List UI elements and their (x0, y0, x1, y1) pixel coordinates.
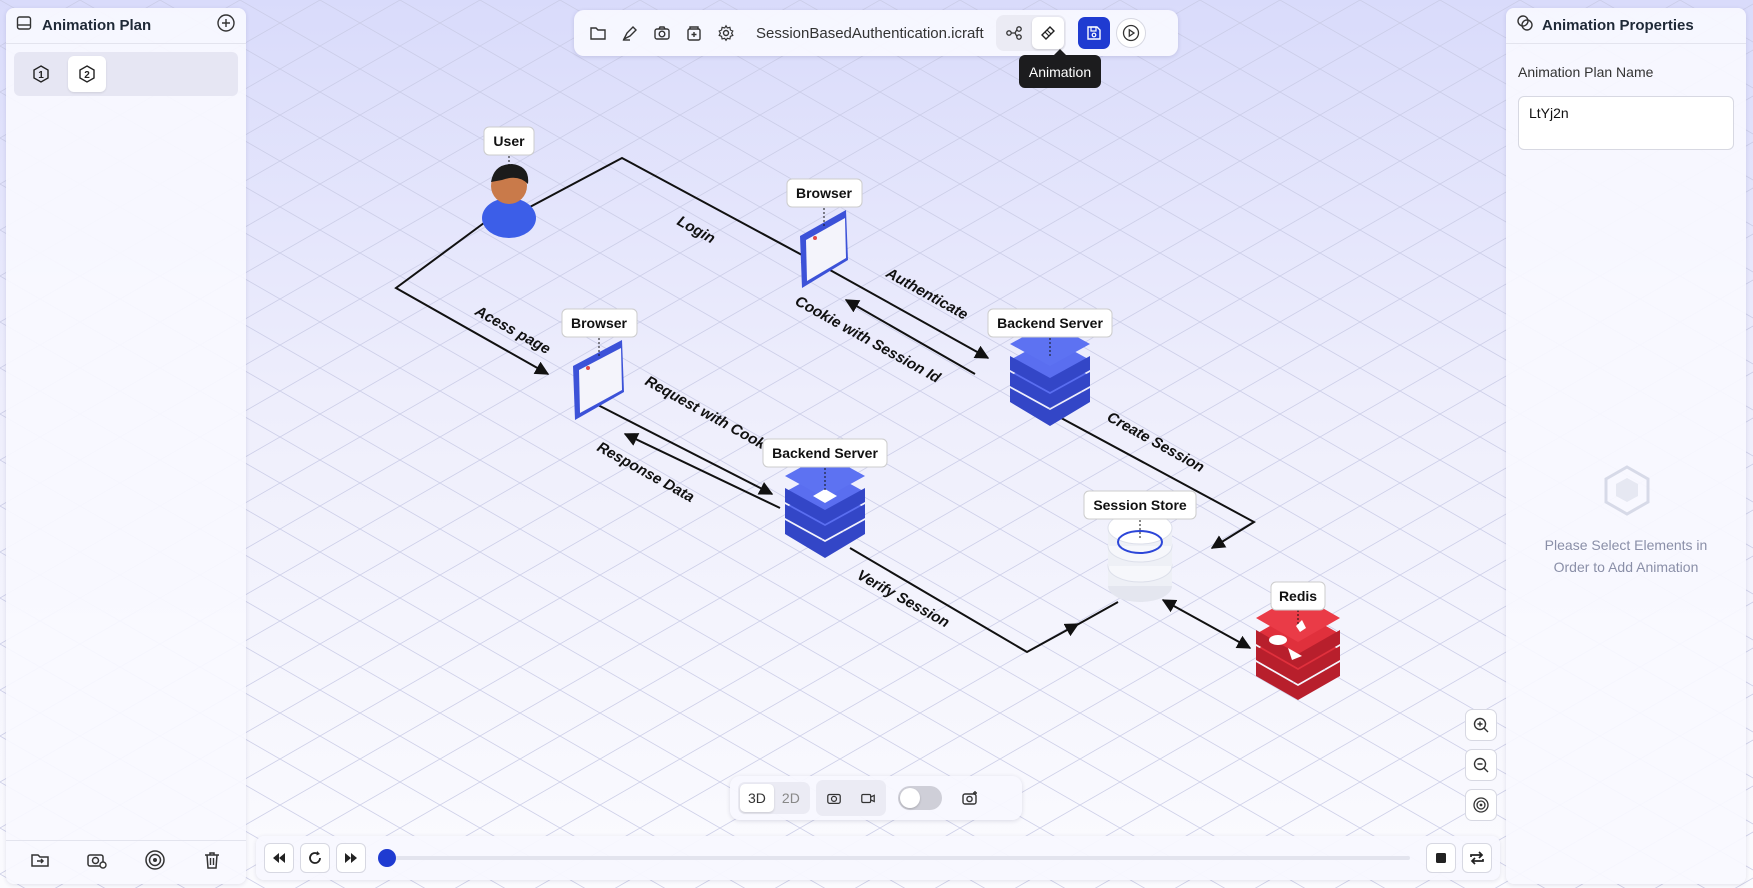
animation-plan-panel: Animation Plan 1 2 (6, 8, 246, 884)
zoom-in-button[interactable] (1465, 709, 1497, 741)
folder-icon[interactable] (582, 17, 614, 49)
animation-plan-title: Animation Plan (42, 17, 152, 34)
trash-icon[interactable] (202, 850, 222, 875)
video-record-icon[interactable] (852, 782, 884, 814)
stop-button[interactable] (1426, 843, 1456, 873)
fast-forward-button[interactable] (336, 843, 366, 873)
settings-gear-icon[interactable] (710, 17, 742, 49)
mode-3d-button[interactable]: 3D (740, 784, 774, 812)
graph-mode-icon[interactable] (998, 17, 1030, 49)
svg-text:Browser: Browser (571, 315, 628, 331)
properties-icon (1516, 14, 1534, 37)
save-button[interactable] (1077, 17, 1110, 49)
mode-2d-button[interactable]: 2D (774, 784, 808, 812)
camera-settings-icon[interactable] (86, 850, 108, 875)
zoom-out-button[interactable] (1465, 749, 1497, 781)
plan-name-label: Animation Plan Name (1518, 64, 1654, 80)
animation-plan-header: Animation Plan (6, 8, 246, 44)
svg-text:Browser: Browser (796, 185, 853, 201)
loop-button[interactable] (1462, 843, 1492, 873)
target-icon[interactable] (144, 849, 166, 876)
toggle-switch[interactable] (897, 786, 942, 810)
open-folder-icon[interactable] (30, 850, 50, 875)
import-icon[interactable] (678, 17, 710, 49)
svg-text:User: User (493, 133, 525, 149)
svg-text:Session Store: Session Store (1093, 497, 1187, 513)
animation-properties-panel: Animation Properties Animation Plan Name… (1506, 8, 1746, 884)
svg-text:Backend Server: Backend Server (772, 445, 878, 461)
mode-switch (995, 15, 1066, 51)
svg-text:Backend Server: Backend Server (997, 315, 1103, 331)
recenter-button[interactable] (1465, 789, 1497, 821)
rewind-button[interactable] (264, 843, 294, 873)
camera-add-icon[interactable] (954, 782, 986, 814)
empty-state-icon (1602, 464, 1652, 521)
animation-properties-title: Animation Properties (1542, 17, 1694, 34)
screenshot-icon[interactable] (818, 782, 850, 814)
view-mode-switch: 3D 2D (738, 782, 810, 814)
svg-text:Redis: Redis (1279, 588, 1317, 604)
svg-text:1: 1 (38, 70, 44, 81)
animation-timeline (256, 836, 1500, 880)
plan-1-button[interactable]: 1 (22, 56, 60, 92)
svg-text:2: 2 (84, 70, 90, 81)
file-name: SessionBasedAuthentication.icraft (756, 24, 984, 42)
replay-button[interactable] (300, 843, 330, 873)
paint-icon[interactable] (614, 17, 646, 49)
capture-group (815, 780, 886, 816)
view-toolbar: 3D 2D (730, 776, 1022, 820)
plan-2-button[interactable]: 2 (68, 56, 106, 92)
animation-tooltip: Animation (1019, 49, 1101, 88)
plan-footer-actions (6, 840, 246, 884)
timeline-track[interactable] (378, 849, 1410, 867)
animation-properties-header: Animation Properties (1506, 8, 1746, 44)
animation-mode-icon[interactable] (1031, 17, 1064, 49)
timeline-knob[interactable] (378, 849, 396, 867)
plan-list: 1 2 (14, 52, 238, 96)
panel-icon (16, 15, 32, 36)
camera-icon[interactable] (646, 17, 678, 49)
play-preview-button[interactable] (1115, 18, 1146, 48)
add-plan-icon[interactable] (216, 13, 236, 38)
top-toolbar: SessionBasedAuthentication.icraft (574, 10, 1178, 56)
plan-name-field[interactable]: LtYj2n (1518, 96, 1734, 150)
empty-state-text: Please Select Elements in Order to Add A… (1544, 537, 1708, 575)
